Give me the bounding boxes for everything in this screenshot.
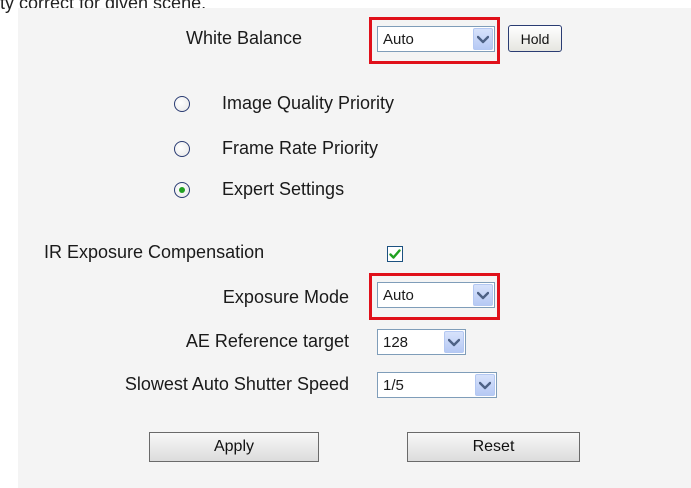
exposure-mode-label: Exposure Mode: [222, 287, 349, 307]
chevron-down-icon: [444, 331, 464, 353]
exposure-mode-select[interactable]: Auto: [377, 282, 495, 308]
radio-expert-settings[interactable]: [174, 182, 190, 198]
shutter-speed-value: 1/5: [383, 376, 404, 394]
ae-reference-value: 128: [383, 333, 409, 351]
ae-reference-select[interactable]: 128: [377, 329, 466, 355]
page-root: ty correct for given scene. White Balanc…: [0, 0, 691, 488]
white-balance-select[interactable]: Auto: [377, 26, 495, 52]
chevron-down-icon: [473, 284, 493, 306]
ir-exposure-label: IR Exposure Compensation: [44, 242, 265, 262]
radio-image-quality-priority[interactable]: [174, 96, 190, 112]
chevron-down-icon: [475, 374, 495, 396]
shutter-speed-select[interactable]: 1/5: [377, 372, 497, 398]
radio-selected-dot: [179, 187, 185, 193]
white-balance-label: White Balance: [186, 28, 303, 48]
hold-button[interactable]: Hold: [508, 25, 562, 52]
shutter-speed-label: Slowest Auto Shutter Speed: [124, 374, 349, 394]
check-icon: [389, 248, 401, 259]
apply-button[interactable]: Apply: [149, 432, 319, 462]
white-balance-value: Auto: [383, 30, 414, 48]
chevron-down-icon: [473, 28, 493, 50]
expert-settings-label: Expert Settings: [222, 179, 345, 199]
reset-button[interactable]: Reset: [407, 432, 580, 462]
radio-frame-rate-priority[interactable]: [174, 141, 190, 157]
exposure-mode-value: Auto: [383, 286, 414, 304]
image-quality-priority-label: Image Quality Priority: [222, 93, 395, 113]
frame-rate-priority-label: Frame Rate Priority: [222, 138, 379, 158]
ae-reference-label: AE Reference target: [185, 331, 349, 351]
ir-exposure-checkbox[interactable]: [387, 246, 403, 262]
